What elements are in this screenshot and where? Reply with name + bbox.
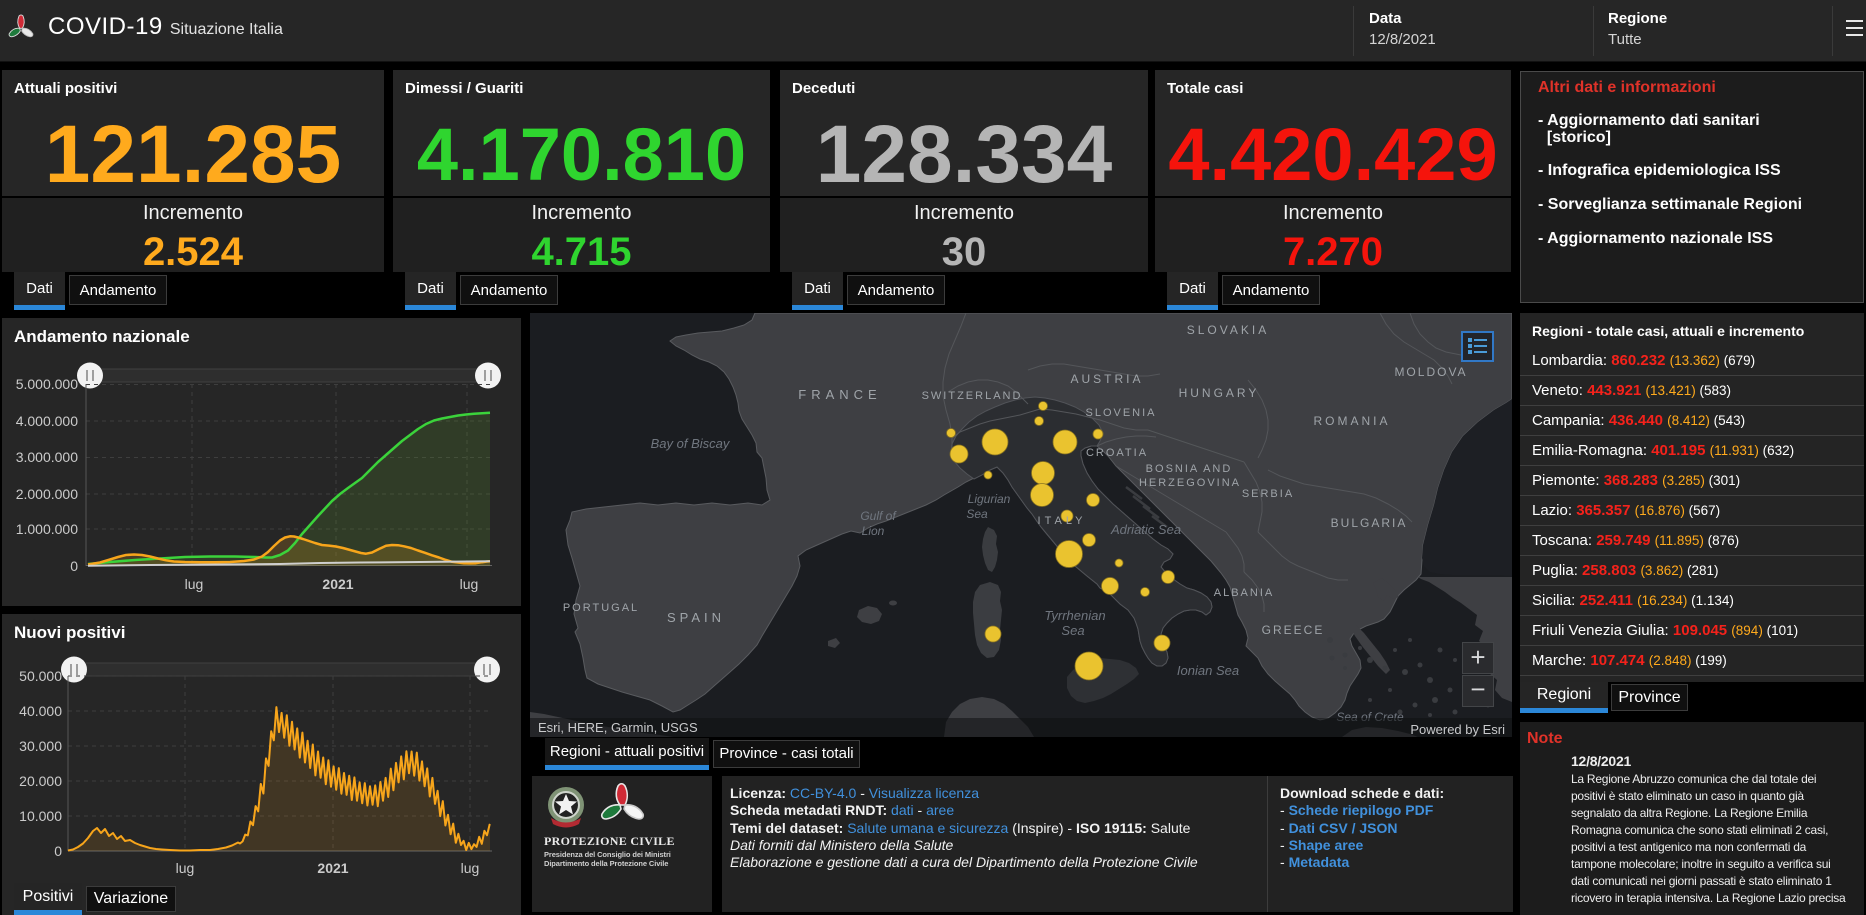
svg-text:Tyrrhenian: Tyrrhenian [1044, 608, 1105, 623]
svg-text:Sea: Sea [1061, 623, 1084, 638]
svg-text:ALBANIA: ALBANIA [1214, 587, 1274, 599]
svg-text:AUSTRIA: AUSTRIA [1070, 372, 1143, 386]
svg-text:Bay of Biscay: Bay of Biscay [651, 436, 731, 451]
svg-text:Ligurian: Ligurian [968, 492, 1011, 506]
svg-text:ROMANIA: ROMANIA [1313, 414, 1390, 428]
svg-text:SPAIN: SPAIN [667, 610, 725, 625]
svg-text:BOSNIA AND: BOSNIA AND [1146, 463, 1233, 475]
svg-text:CROATIA: CROATIA [1086, 447, 1148, 459]
svg-text:MOLDOVA: MOLDOVA [1394, 365, 1467, 379]
svg-text:SLOVAKIA: SLOVAKIA [1187, 323, 1269, 337]
svg-text:PORTUGAL: PORTUGAL [563, 602, 639, 614]
svg-text:Sea: Sea [966, 507, 988, 521]
svg-text:GREECE: GREECE [1262, 623, 1325, 637]
svg-text:Lion: Lion [862, 524, 885, 538]
svg-text:FRANCE: FRANCE [798, 387, 881, 402]
svg-text:HUNGARY: HUNGARY [1179, 386, 1260, 400]
svg-text:Adriatic Sea: Adriatic Sea [1110, 522, 1181, 537]
svg-text:Ionian Sea: Ionian Sea [1177, 663, 1239, 678]
svg-text:HERZEGOVINA: HERZEGOVINA [1139, 477, 1241, 489]
svg-text:SLOVENIA: SLOVENIA [1085, 407, 1156, 419]
svg-text:Gulf of: Gulf of [860, 509, 897, 523]
svg-text:SERBIA: SERBIA [1242, 488, 1294, 500]
svg-text:SWITZERLAND: SWITZERLAND [922, 390, 1023, 402]
svg-text:ITALY: ITALY [1038, 515, 1087, 527]
svg-text:BULGARIA: BULGARIA [1331, 516, 1408, 530]
